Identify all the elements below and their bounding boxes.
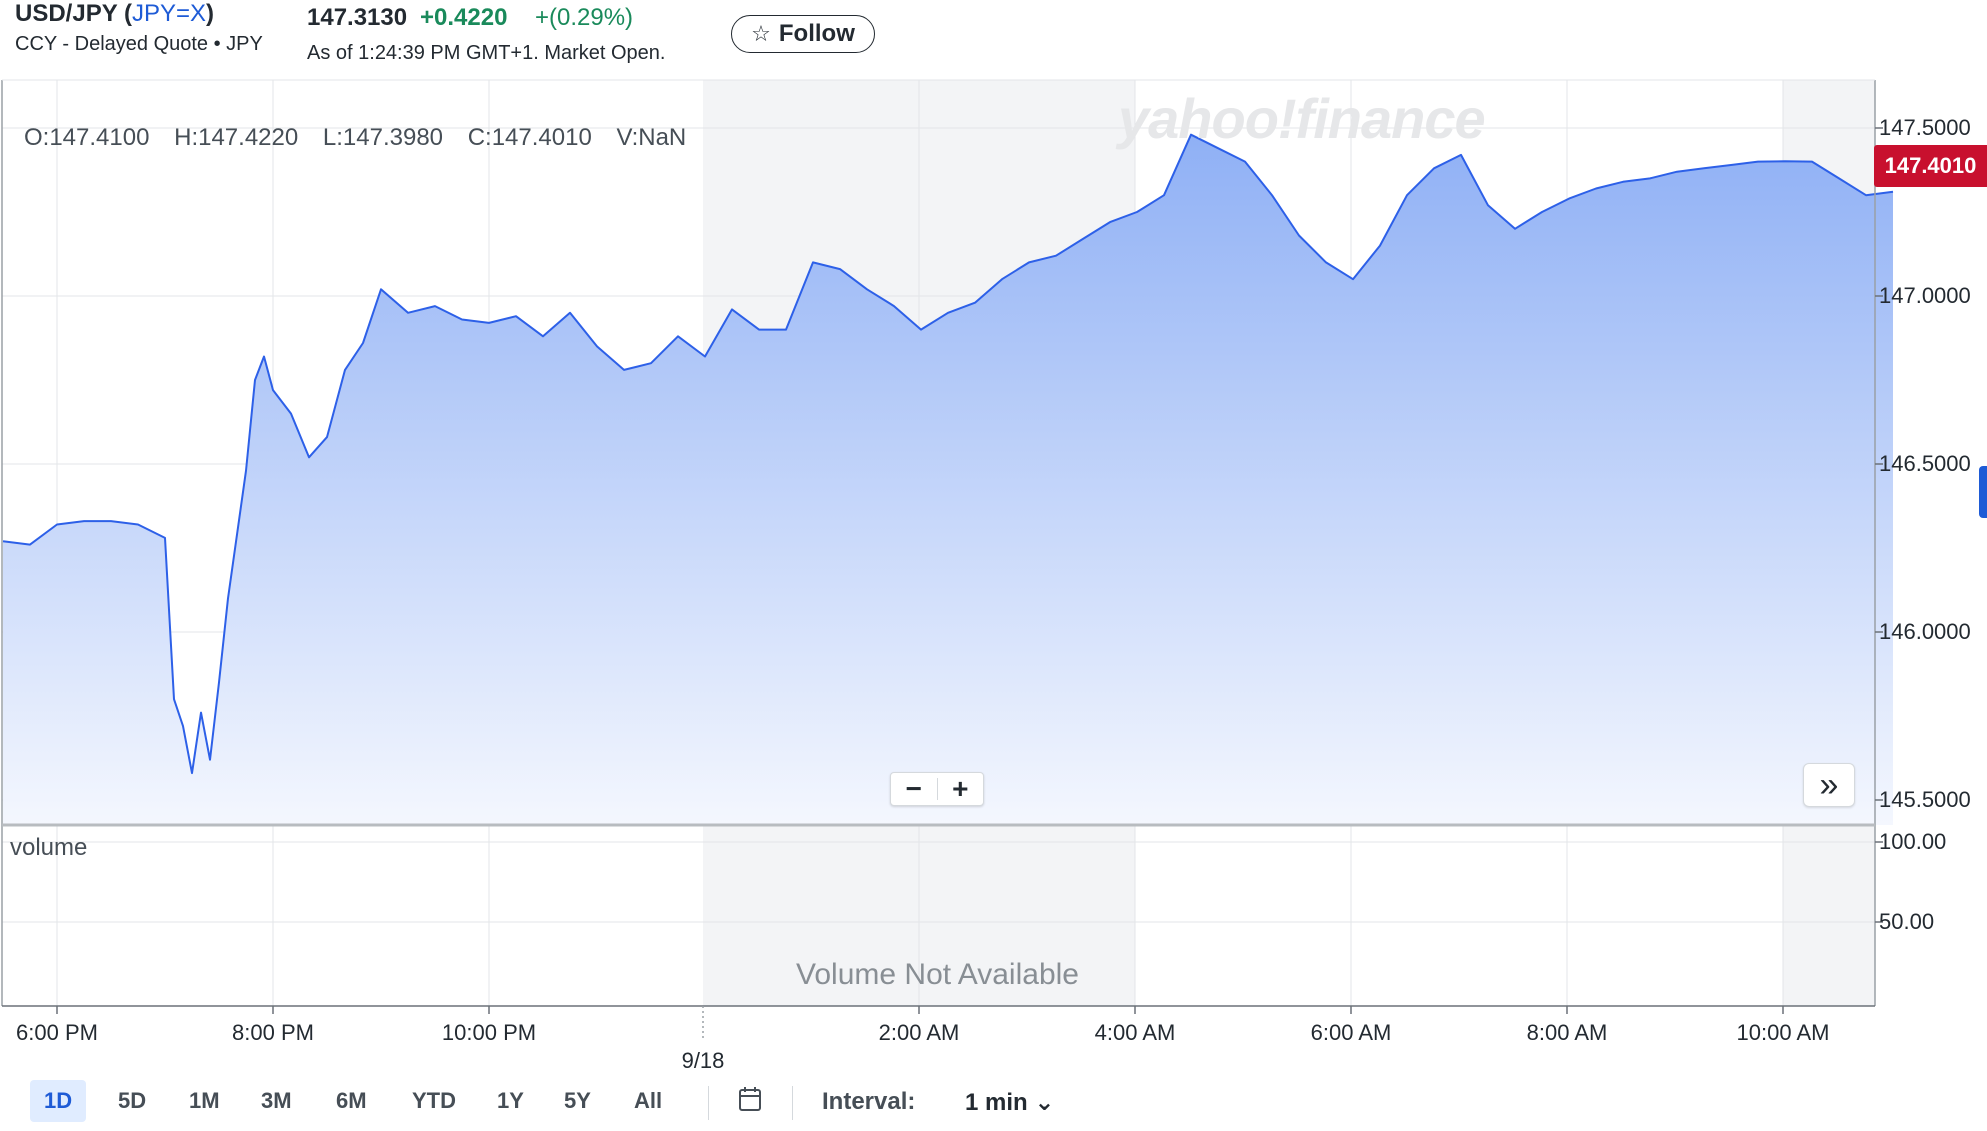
zoom-controls: − + <box>890 772 984 806</box>
range-ytd-button[interactable]: YTD <box>398 1080 470 1122</box>
calendar-icon[interactable] <box>738 1086 762 1117</box>
zoom-out-button[interactable]: − <box>891 773 937 805</box>
interval-dropdown[interactable]: 1 min ⌄ <box>965 1088 1054 1117</box>
range-5y-button[interactable]: 5Y <box>550 1080 605 1122</box>
ohlc-low: L:147.3980 <box>322 124 444 151</box>
volume-y-tick-label: 100.00 <box>1879 829 1947 854</box>
range-all-button[interactable]: All <box>620 1080 676 1122</box>
double-chevron-right-icon: » <box>1819 765 1839 804</box>
y-tick-label: 145.5000 <box>1879 787 1971 812</box>
range-5d-button[interactable]: 5D <box>104 1080 160 1122</box>
expand-chart-button[interactable]: » <box>1803 763 1855 807</box>
ohlc-readout: O:147.4100 H:147.4220 L:147.3980 C:147.4… <box>24 124 704 152</box>
y-tick-label: 147.0000 <box>1879 283 1971 308</box>
range-1m-button[interactable]: 1M <box>175 1080 234 1122</box>
x-tick-label: 10:00 AM <box>1736 1020 1830 1045</box>
x-tick-label: 6:00 AM <box>1310 1020 1392 1045</box>
x-tick-label: 4:00 AM <box>1094 1020 1176 1045</box>
interval-divider <box>792 1086 793 1120</box>
yahoo-finance-watermark: yahoo!finance <box>1118 87 1486 150</box>
range-3m-button[interactable]: 3M <box>247 1080 306 1122</box>
range-6m-button[interactable]: 6M <box>322 1080 381 1122</box>
y-tick-label: 146.5000 <box>1879 451 1971 476</box>
range-1d-button[interactable]: 1D <box>30 1080 87 1122</box>
interval-label: Interval: <box>822 1088 916 1115</box>
ohlc-close: C:147.4010 <box>467 124 592 151</box>
volume-label: volume <box>10 834 88 861</box>
x-tick-label: 8:00 PM <box>232 1020 314 1045</box>
ohlc-open: O:147.4100 <box>24 124 150 151</box>
zoom-in-button[interactable]: + <box>938 773 984 805</box>
x-tick-label: 2:00 AM <box>878 1020 960 1045</box>
date-marker-label: 9/18 <box>681 1048 725 1073</box>
ohlc-high: H:147.4220 <box>174 124 299 151</box>
volume-not-available: Volume Not Available <box>796 958 1079 991</box>
x-tick-label: 8:00 AM <box>1526 1020 1608 1045</box>
ohlc-volume: V:NaN <box>616 124 687 151</box>
x-tick-label: 6:00 PM <box>16 1020 98 1045</box>
range-1y-button[interactable]: 1Y <box>483 1080 538 1122</box>
volume-y-tick-label: 50.00 <box>1879 909 1935 934</box>
y-tick-label: 147.5000 <box>1879 115 1971 140</box>
y-tick-label: 146.0000 <box>1879 619 1971 644</box>
last-price-badge: 147.4010 <box>1874 145 1987 187</box>
range-divider <box>708 1086 709 1120</box>
x-tick-label: 10:00 PM <box>441 1020 537 1045</box>
